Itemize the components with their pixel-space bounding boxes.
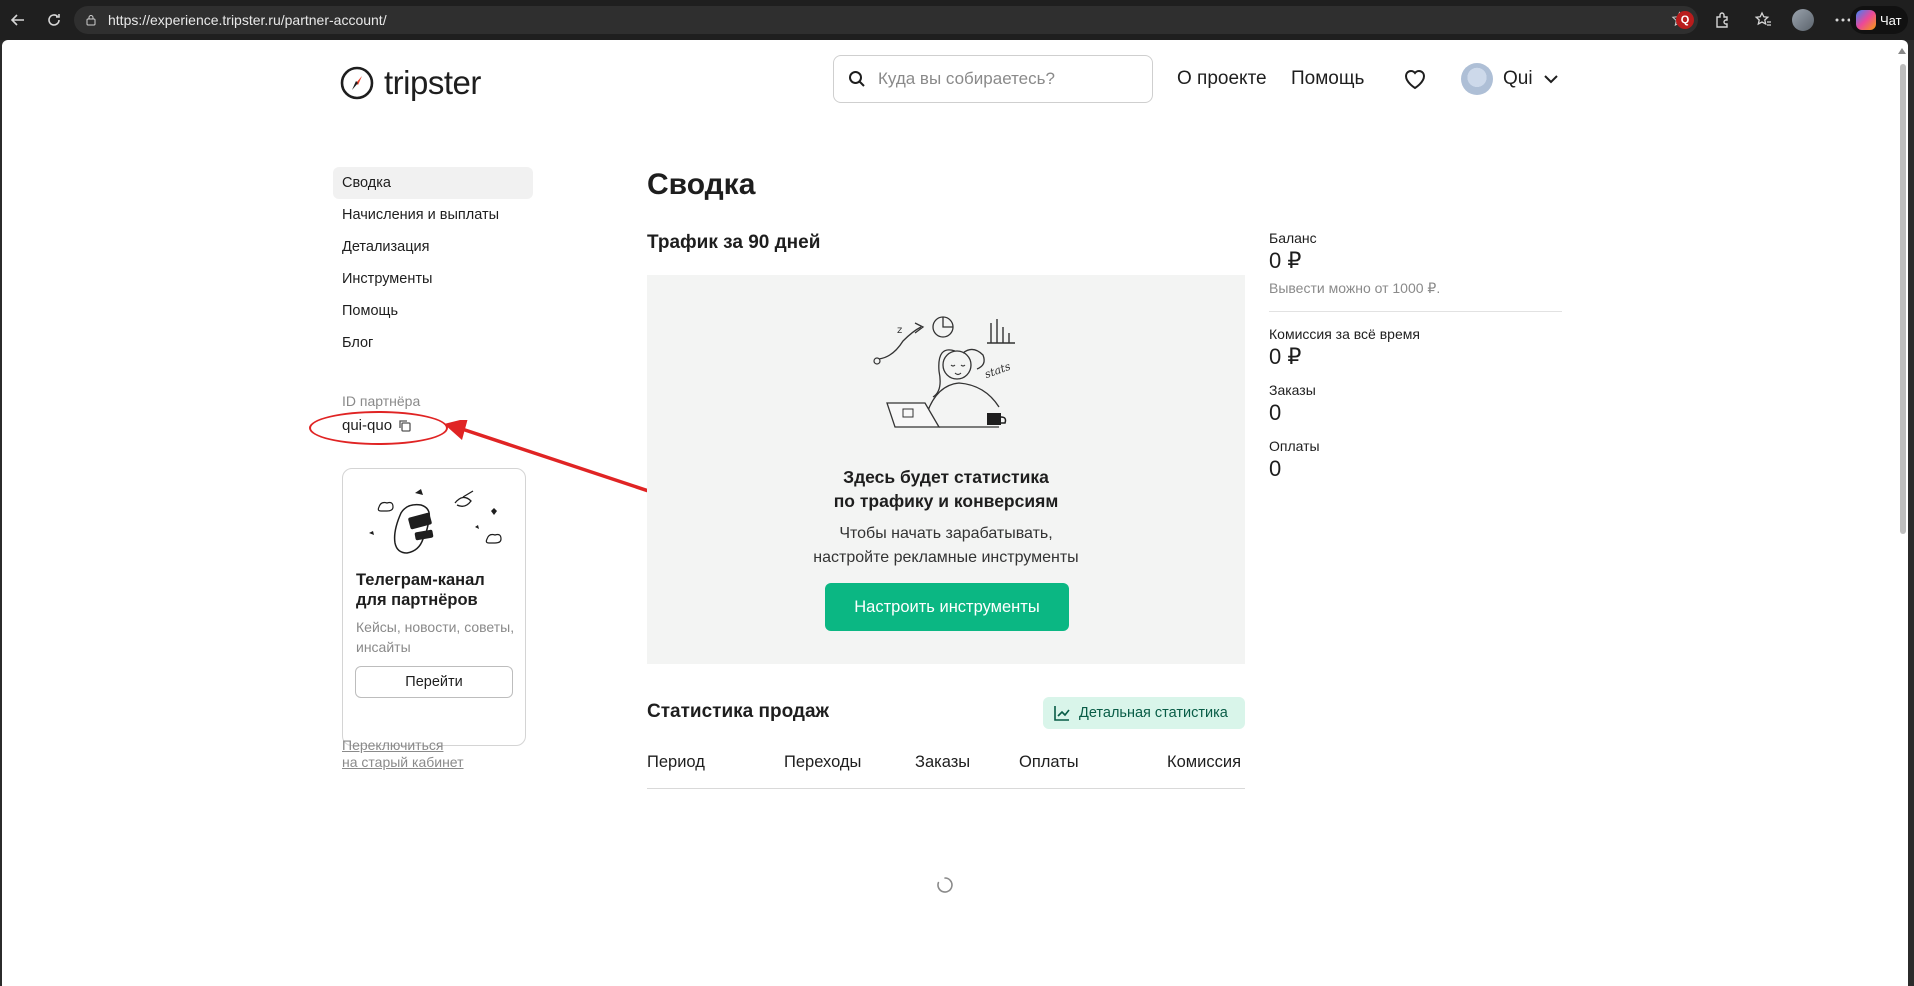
tripster-logo[interactable]: tripster (340, 64, 481, 102)
compass-logo-icon (340, 66, 374, 100)
setup-tools-button[interactable]: Настроить инструменты (825, 583, 1069, 631)
empty-state-desc: Чтобы начать зарабатывать, настройте рек… (647, 522, 1245, 570)
logo-text: tripster (384, 64, 481, 101)
detailed-stats-label: Детальная статистика (1079, 705, 1228, 721)
page-title: Сводка (647, 168, 756, 201)
th-payments: Оплаты (1019, 753, 1079, 771)
loading-spinner-icon (937, 877, 953, 893)
traffic-empty-state: z stats Здесь будет статистика по трафик… (647, 275, 1245, 664)
chevron-down-icon (1543, 75, 1558, 84)
empty-state-desc-line1: Чтобы начать зарабатывать, (839, 525, 1053, 542)
empty-state-desc-line2: настройте рекламные инструменты (813, 549, 1079, 566)
sidebar-item-help[interactable]: Помощь (333, 295, 533, 327)
nav-help-link[interactable]: Помощь (1291, 68, 1364, 90)
divider (1269, 311, 1562, 312)
sidebar-menu: Сводка Начисления и выплаты Детализация … (333, 167, 533, 359)
payments-label: Оплаты (1269, 438, 1320, 454)
telegram-illustration (369, 489, 502, 554)
extension-q-icon[interactable]: Q (1676, 11, 1694, 29)
empty-state-title-line2: по трафику и конверсиям (833, 491, 1059, 511)
user-avatar (1461, 63, 1493, 95)
puzzle-icon[interactable] (1712, 9, 1734, 31)
favorites-icon[interactable] (1752, 9, 1774, 31)
empty-state-title: Здесь будет статистика по трафику и конв… (647, 465, 1245, 513)
table-header-divider (647, 788, 1245, 789)
address-bar[interactable]: https://experience.tripster.ru/partner-a… (74, 6, 1698, 34)
scroll-up-arrow[interactable] (1898, 48, 1906, 54)
telegram-card-title: Телеграм-канал для партнёров (356, 571, 485, 609)
search-icon (849, 71, 865, 87)
balance-value: 0 ₽ (1269, 248, 1302, 273)
old-cabinet-line2: на старый кабинет (342, 754, 464, 770)
payments-value: 0 (1269, 456, 1282, 481)
copilot-icon (1856, 10, 1876, 30)
commission-value: 0 ₽ (1269, 344, 1302, 369)
th-period: Период (647, 753, 705, 771)
nav-about-link[interactable]: О проекте (1177, 68, 1267, 90)
svg-text:z: z (897, 325, 902, 336)
telegram-card-desc: Кейсы, новости, советы, инсайты (356, 619, 515, 655)
sidebar-item-tools[interactable]: Инструменты (333, 263, 533, 295)
sidebar-item-summary[interactable]: Сводка (333, 167, 533, 199)
user-name: Qui (1503, 68, 1533, 89)
annotation-ellipse (309, 411, 448, 445)
balance-note: Вывести можно от 1000 ₽. (1269, 280, 1441, 296)
scrollbar[interactable] (1898, 44, 1908, 986)
reload-icon[interactable] (36, 2, 72, 38)
scroll-thumb[interactable] (1900, 64, 1906, 534)
telegram-go-button[interactable]: Перейти (355, 666, 513, 698)
sales-stats-title: Статистика продаж (647, 701, 830, 722)
stats-illustration: z stats (873, 316, 1015, 428)
traffic-title: Трафик за 90 дней (647, 232, 821, 253)
orders-label: Заказы (1269, 382, 1316, 398)
chat-label: Чат (1880, 12, 1902, 28)
balance-summary: Баланс 0 ₽ Вывести можно от 1000 ₽. Коми… (1269, 230, 1562, 482)
url-text: https://experience.tripster.ru/partner-a… (108, 12, 387, 28)
user-menu[interactable]: Qui (1461, 63, 1559, 95)
browser-toolbar: https://experience.tripster.ru/partner-a… (0, 0, 1914, 40)
balance-label: Баланс (1269, 230, 1317, 246)
partner-id-label: ID партнёра (342, 393, 421, 409)
old-cabinet-line1: Переключиться (342, 737, 444, 753)
th-commission: Комиссия (1167, 753, 1242, 771)
empty-state-title-line1: Здесь будет статистика (843, 467, 1049, 487)
search-input[interactable] (878, 69, 1138, 89)
stats-caption: stats (983, 360, 1013, 381)
detailed-stats-button[interactable]: Детальная статистика (1043, 697, 1245, 729)
orders-value: 0 (1269, 400, 1282, 425)
commission-label: Комиссия за всё время (1269, 326, 1420, 342)
telegram-card: Телеграм-канал для партнёров Кейсы, ново… (342, 468, 526, 746)
sidebar-item-payouts[interactable]: Начисления и выплаты (333, 199, 533, 231)
extension-icons: Q (1676, 0, 1854, 40)
back-icon[interactable] (0, 2, 36, 38)
heart-icon[interactable] (1402, 66, 1428, 92)
th-clicks: Переходы (784, 753, 862, 771)
chart-trend-icon (1054, 706, 1070, 721)
web-page: tripster О проекте Помощь Qui Сводка Нач… (2, 40, 1908, 986)
switch-old-cabinet-link[interactable]: Переключиться на старый кабинет (342, 737, 464, 771)
th-orders: Заказы (915, 753, 971, 771)
copilot-chat-button[interactable]: Чат (1850, 6, 1908, 34)
lock-icon (84, 13, 98, 27)
sidebar-item-details[interactable]: Детализация (333, 231, 533, 263)
search-box[interactable] (833, 55, 1153, 103)
sidebar-item-blog[interactable]: Блог (333, 327, 533, 359)
profile-avatar-icon[interactable] (1792, 9, 1814, 31)
